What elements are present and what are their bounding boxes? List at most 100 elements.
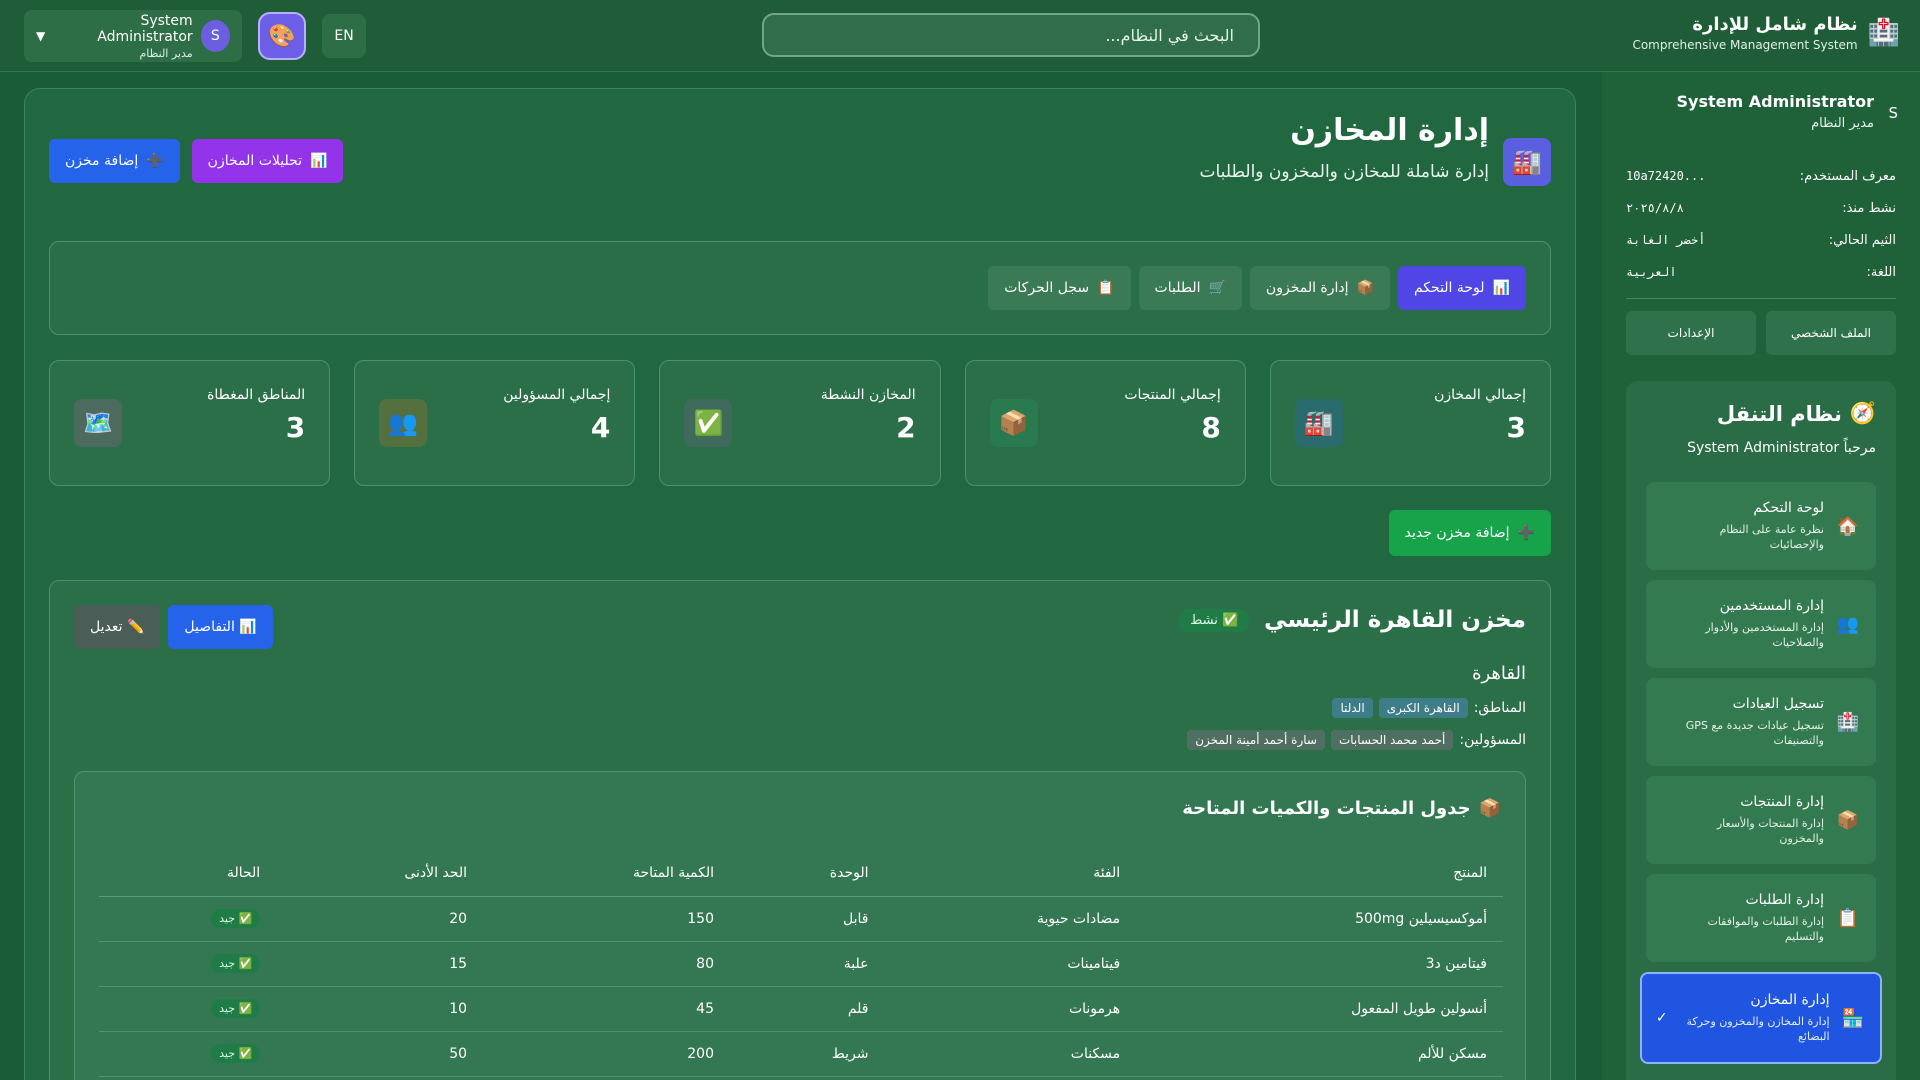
nav-item-warehouses[interactable]: 🏪 إدارة المخازن إدارة المخازن والمخزون وح…	[1640, 972, 1882, 1064]
stat-card-active-warehouses: المخازن النشطة 2 ✅	[659, 360, 941, 486]
details-button[interactable]: 📊 التفاصيل	[168, 605, 273, 649]
column-header: المنتج	[1136, 850, 1503, 897]
nav-item-users[interactable]: 👥 إدارة المستخدمين إدارة المستخدمين والأد…	[1646, 580, 1876, 668]
user-initial: S	[1888, 104, 1898, 122]
nav-item-dashboard[interactable]: 🏠 لوحة التحكم نظرة عامة على النظام والإحص…	[1646, 482, 1876, 570]
brand[interactable]: 🏥 نظام شامل للإدارة Comprehensive Manage…	[1632, 14, 1900, 52]
package-icon: 📦	[1478, 798, 1501, 819]
stat-card-total-warehouses: إجمالي المخازن 3 🏭	[1269, 360, 1551, 486]
cart-icon: 🛒	[1208, 280, 1226, 296]
sidebar-user-name: System Administrator	[1676, 92, 1874, 111]
avatar: S	[200, 20, 230, 52]
add-new-warehouse-button[interactable]: ➕ إضافة مخزن جديد	[1388, 510, 1551, 556]
region-chip: القاهرة الكبرى	[1378, 698, 1468, 718]
add-warehouse-button[interactable]: ➕ إضافة مخزن	[49, 139, 180, 183]
package-icon: 📦	[1836, 809, 1860, 831]
tab-movement-log[interactable]: 📋 سجل الحركات	[988, 266, 1131, 310]
brand-title: نظام شامل للإدارة	[1692, 14, 1858, 35]
language-toggle-button[interactable]: EN	[322, 14, 366, 58]
table-row: مسكن للألم مسكنات شريط 200 50 ✅ جيد	[99, 1031, 1503, 1077]
profile-button[interactable]: الملف الشخصي	[1766, 311, 1896, 355]
status-badge: ✅ جيد	[211, 954, 261, 973]
column-header: الحد الأدنى	[276, 850, 484, 897]
products-table-box: 📦 جدول المنتجات والكميات المتاحة المنتج …	[74, 771, 1526, 1080]
palette-icon[interactable]: 🎨	[258, 12, 306, 60]
column-header: الكمية المتاحة	[483, 850, 730, 897]
region-chip: الدلتا	[1332, 698, 1373, 718]
plus-icon: ➕	[1517, 525, 1535, 541]
nav-item-clinics[interactable]: 🏥 تسجيل العيادات تسجيل عيادات جديدة مع GP…	[1646, 678, 1876, 766]
status-badge: ✅ جيد	[211, 999, 261, 1018]
check-icon: ✅	[684, 399, 733, 447]
users-icon: 👥	[1836, 613, 1860, 635]
settings-button[interactable]: الإعدادات	[1626, 311, 1756, 355]
column-header: الوحدة	[730, 850, 885, 897]
warehouse-analytics-button[interactable]: 📊 تحليلات المخازن	[191, 139, 344, 183]
hospital-icon: 🏥	[1836, 711, 1860, 733]
sidebar-user: S System Administrator مدير النظام	[1626, 90, 1898, 160]
tabs-container: 📊 لوحة التحكم 📦 إدارة المخزون 🛒 الطلبات …	[49, 241, 1551, 335]
stat-card-covered-regions: المناطق المغطاة 3 🗺️	[48, 360, 331, 486]
home-icon: 🏠	[1836, 515, 1860, 537]
nav-title: نظام التنقل	[1716, 401, 1842, 426]
info-user-id: معرف المستخدم: ...10a72420	[1626, 168, 1896, 184]
page-subtitle: إدارة شاملة للمخازن والمخزون والطلبات	[1199, 162, 1490, 182]
divider	[1626, 298, 1896, 299]
sidebar-user-role: مدير النظام	[1811, 116, 1874, 131]
chart-icon: 📊	[310, 153, 328, 169]
table-header-row: المنتج الفئة الوحدة الكمية المتاحة الحد …	[99, 850, 1503, 897]
map-icon: 🗺️	[73, 399, 122, 447]
hospital-icon: 🏥	[1867, 18, 1900, 48]
products-table-title: جدول المنتجات والكميات المتاحة	[1182, 798, 1471, 819]
tab-dashboard[interactable]: 📊 لوحة التحكم	[1397, 266, 1526, 310]
search-input[interactable]	[762, 13, 1260, 57]
store-icon: 🏪	[1841, 1007, 1864, 1029]
warehouse-card: مخزن القاهرة الرئيسي ✅ نشط ✏️ تعديل 📊 ال…	[49, 580, 1551, 1080]
nav-item-orders[interactable]: 📋 إدارة الطلبات إدارة الطلبات والموافقات …	[1646, 874, 1876, 962]
column-header: الحالة	[99, 850, 277, 897]
checkmark-icon: ✓	[1655, 1010, 1668, 1026]
info-theme: الثيم الحالي: أخضر الغابة	[1626, 232, 1896, 248]
nav-item-products[interactable]: 📦 إدارة المنتجات إدارة المنتجات والأسعار …	[1646, 776, 1876, 864]
sidebar: S System Administrator مدير النظام معرف …	[1602, 72, 1920, 1080]
tab-orders[interactable]: 🛒 الطلبات	[1138, 266, 1242, 310]
warehouse-city: القاهرة	[1472, 663, 1526, 684]
user-role: مدير النظام	[139, 46, 193, 60]
edit-button[interactable]: ✏️ تعديل	[74, 605, 161, 649]
products-table: المنتج الفئة الوحدة الكمية المتاحة الحد …	[99, 850, 1503, 1077]
warehouse-name: مخزن القاهرة الرئيسي	[1264, 607, 1526, 633]
stat-card-total-managers: إجمالي المسؤولين 4 👥	[354, 360, 636, 486]
info-language: اللغة: العربية	[1626, 264, 1896, 280]
users-icon: 👥	[379, 399, 428, 447]
table-row: فيتامين د3 فيتامينات علبة 80 15 ✅ جيد	[99, 941, 1503, 987]
compass-icon: 🧭	[1849, 401, 1876, 425]
main-content: 🏭 إدارة المخازن إدارة شاملة للمخازن والم…	[24, 88, 1576, 1080]
chevron-down-icon: ▼	[36, 29, 46, 43]
tab-inventory[interactable]: 📦 إدارة المخزون	[1249, 266, 1390, 310]
stat-card-total-products: إجمالي المنتجات 8 📦	[964, 360, 1246, 486]
status-badge: ✅ جيد	[211, 1044, 261, 1063]
user-name: System Administrator	[97, 12, 193, 45]
table-row: أنسولين طويل المفعول هرمونات قلم 45 10 ✅…	[99, 986, 1503, 1032]
info-active-since: نشط منذ: ٢٠٢٥/٨/٨	[1626, 200, 1896, 216]
package-icon: 📦	[1356, 280, 1374, 296]
factory-icon: 🏭	[1503, 138, 1551, 186]
manager-chip: أحمد محمد الحسابات	[1330, 730, 1454, 750]
stats-row: إجمالي المخازن 3 🏭 إجمالي المنتجات 8 📦 ا…	[48, 360, 1551, 486]
factory-icon: 🏭	[1294, 399, 1343, 447]
regions-row: المناطق: القاهرة الكبرى الدلتا	[1332, 698, 1526, 718]
welcome-text: مرحباً System Administrator	[1687, 440, 1876, 456]
clipboard-icon: 📋	[1097, 280, 1115, 296]
column-header: الفئة	[884, 850, 1137, 897]
clipboard-icon: 📋	[1836, 907, 1860, 929]
manager-chip: سارة أحمد أمينة المخزن	[1187, 730, 1325, 750]
chart-icon: 📊	[1492, 280, 1510, 296]
top-header: 🏥 نظام شامل للإدارة Comprehensive Manage…	[0, 0, 1920, 72]
status-badge: ✅ جيد	[211, 909, 261, 928]
brand-subtitle: Comprehensive Management System	[1632, 38, 1858, 52]
table-row: أموكسيسيلين 500mg مضادات حيوية قابل 150 …	[99, 896, 1503, 942]
status-badge: ✅ نشط	[1178, 608, 1251, 632]
package-icon: 📦	[989, 399, 1038, 447]
page-title: إدارة المخازن	[1290, 113, 1489, 148]
user-menu[interactable]: S System Administrator مدير النظام ▼	[24, 10, 242, 62]
